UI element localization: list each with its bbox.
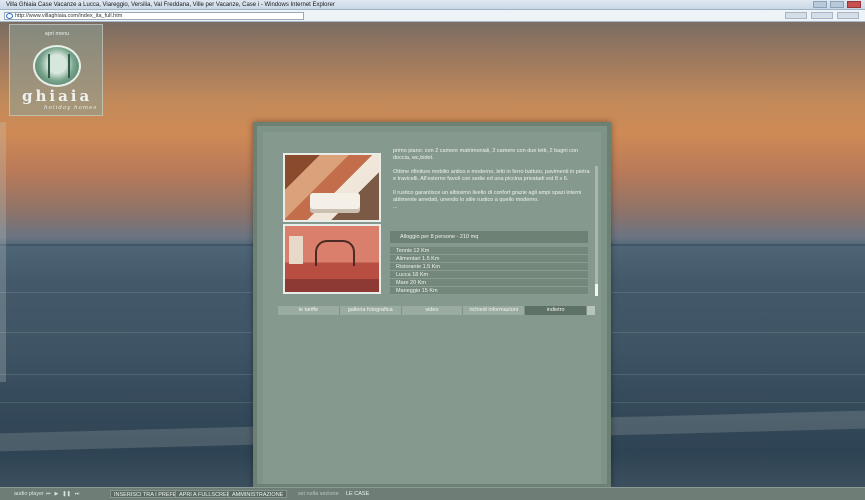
browser-command-bar [785, 12, 859, 19]
tab-indietro[interactable]: indietro [525, 306, 587, 315]
open-menu-label[interactable]: apri menu [10, 31, 104, 37]
tabs-end-cap [586, 306, 595, 315]
distance-list: Tennis 12 Km Alimentari 1.5 Km Ristorant… [390, 247, 588, 295]
brand-tagline: holiday homes [44, 105, 98, 111]
window-title: Villa Ghiaia Case Vacanze a Lucca, Viare… [6, 2, 335, 8]
command-button[interactable] [785, 12, 807, 19]
window-titlebar: Villa Ghiaia Case Vacanze a Lucca, Viare… [0, 0, 865, 10]
description-scrollbar[interactable] [595, 166, 598, 296]
content-panel-inner: primo piano: con 2 camere matrimoniali, … [263, 132, 601, 484]
description-paragraph: Ottime rifiniture mobilio antico e moder… [393, 169, 590, 182]
description-paragraph: primo piano: con 2 camere matrimoniali, … [393, 148, 578, 161]
list-item: Mare 20 Km [390, 279, 588, 287]
side-menu-handle[interactable] [0, 122, 6, 382]
admin-button[interactable]: AMMINISTRAZIONE [228, 490, 288, 498]
url-field[interactable]: http://www.villaghiaia.com/index_ita_ful… [4, 12, 304, 20]
tab-richiedi-informazioni[interactable]: richiedi informazioni [463, 306, 526, 315]
capacity-bar: Alloggio per 8 persone - 210 mq [390, 231, 588, 243]
description-paragraph: Il rustico garantisce un altissimo livel… [393, 190, 582, 210]
content-panel: primo piano: con 2 camere matrimoniali, … [253, 122, 611, 488]
list-item: Alimentari 1.5 Km [390, 255, 588, 263]
current-section: LE CASE [346, 491, 370, 497]
section-label: sei nella sezione [298, 491, 339, 497]
tab-galleria-fotografica[interactable]: galleria fotografica [340, 306, 402, 315]
audio-controls: ⏮ ▶ ❚❚ ⏭ [46, 492, 79, 497]
tab-video[interactable]: video [402, 306, 464, 315]
list-item: Ristorante 1.5 Km [390, 263, 588, 271]
command-button[interactable] [837, 12, 859, 19]
ie-icon [6, 13, 13, 19]
house-description: primo piano: con 2 camere matrimoniali, … [393, 148, 591, 218]
audio-player-label: audio player [14, 491, 44, 497]
list-item: Tennis 12 Km [390, 247, 588, 255]
section-tabs: le tariffe galleria fotografica video ri… [278, 306, 595, 315]
scrollbar-thumb[interactable] [595, 284, 598, 296]
dining-room-photo[interactable] [283, 153, 381, 222]
bottom-bar: audio player ⏮ ▶ ❚❚ ⏭ INSERISCI TRA I PR… [0, 487, 865, 500]
bedroom-photo[interactable] [283, 224, 381, 294]
play-icon[interactable]: ▶ [55, 492, 59, 497]
minimize-button[interactable] [813, 1, 827, 8]
url-text: http://www.villaghiaia.com/index_ita_ful… [15, 13, 123, 19]
list-item: Lucca 18 Km [390, 271, 588, 279]
brand-name: ghiaia [22, 87, 93, 105]
close-button[interactable] [847, 1, 861, 8]
previous-icon[interactable]: ⏮ [46, 492, 51, 497]
pause-icon[interactable]: ❚❚ [62, 492, 70, 497]
address-bar: http://www.villaghiaia.com/index_ita_ful… [0, 10, 865, 22]
tab-tariffe[interactable]: le tariffe [278, 306, 340, 315]
next-icon[interactable]: ⏭ [75, 492, 80, 497]
window-controls [813, 1, 861, 8]
villa-emblem-icon [33, 45, 81, 87]
list-item: Maneggio 15 Km [390, 287, 588, 295]
logo-menu[interactable]: apri menu ghiaia holiday homes [9, 24, 103, 116]
maximize-button[interactable] [830, 1, 844, 8]
command-button[interactable] [811, 12, 833, 19]
